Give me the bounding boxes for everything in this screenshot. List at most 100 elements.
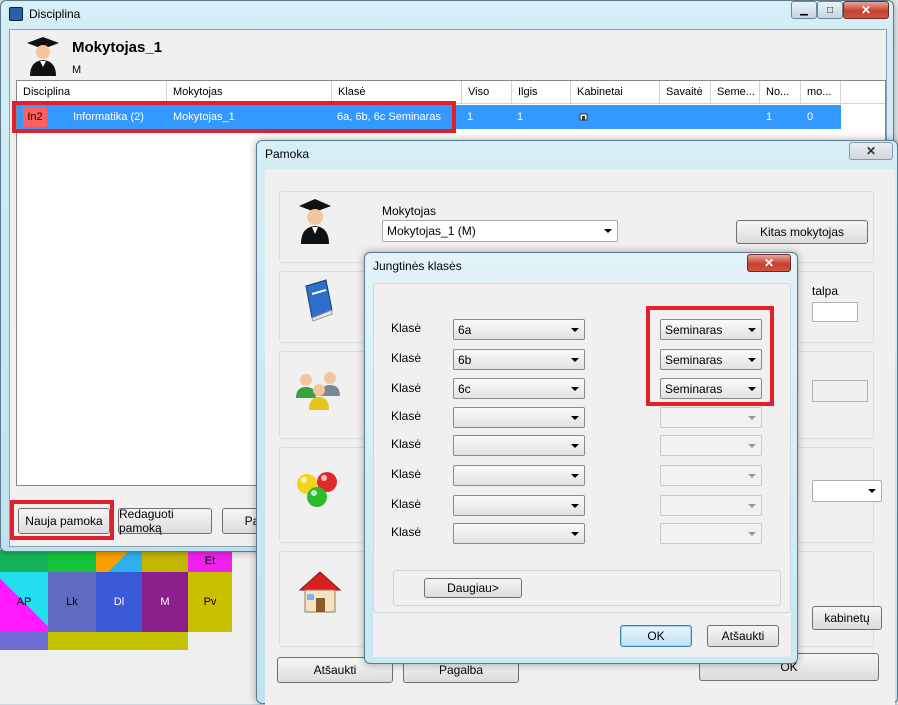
chevron-down-icon [748,443,756,448]
cell-length: 1 [517,111,524,123]
more-button[interactable]: Daugiau> [424,578,522,598]
dialog-ok-button[interactable]: OK [620,625,692,647]
col-discipline[interactable]: Disciplina [17,81,167,103]
group-select-4 [660,407,762,428]
schedule-cell [96,550,142,572]
chevron-down-icon [571,357,579,362]
discipline-window-titlebar: Disciplina [9,7,80,21]
group-select-1[interactable]: Seminaras [660,319,762,340]
cell-teacher: Mokytojas_1 [173,111,235,123]
students-icon [296,372,340,410]
room-capacity-label: talpa [812,284,839,298]
chevron-down-icon [748,386,756,391]
col-week[interactable]: Savaitė [660,81,711,103]
dialog-client-area: Klasė 6a Seminaras Klasė 6b Seminaras Kl… [373,281,791,657]
lesson-close-button[interactable]: ✕ [849,142,893,160]
class-select-value: 6c [458,381,471,396]
class-label: Klasė [391,525,422,539]
schedule-cell [48,632,96,650]
class-select-8[interactable] [453,523,585,544]
groups-select[interactable] [812,480,882,502]
chevron-down-icon [571,327,579,332]
col-teacher[interactable]: Mokytojas [167,81,332,103]
chevron-down-icon [571,531,579,536]
table-header: Disciplina Mokytojas Klasė Viso Ilgis Ka… [17,81,885,104]
schedule-cell-pv: Pv [188,572,232,632]
teacher-label: Mokytojas [382,204,437,218]
schedule-cell-dl: Dl [96,572,142,632]
class-label: Klasė [391,437,422,451]
schedule-cell [142,632,188,650]
class-label: Klasė [391,351,422,365]
new-lesson-button[interactable]: Nauja pamoka [18,508,110,534]
class-label: Klasė [391,497,422,511]
cell-mo: 0 [807,111,814,123]
group-select-5 [660,435,762,456]
group-select-value: Seminaras [665,381,723,396]
classes-summary-field [812,380,868,402]
col-class[interactable]: Klasė [332,81,462,103]
schedule-cell [96,632,142,650]
schedule-cell [0,632,48,650]
minimize-button[interactable]: ▁ [791,1,817,19]
chevron-down-icon [748,415,756,420]
class-label: Klasė [391,381,422,395]
class-select-4[interactable] [453,407,585,428]
class-select-value: 6a [458,322,472,337]
chevron-down-icon [748,327,756,332]
class-label: Klasė [391,409,422,423]
col-length[interactable]: Ilgis [512,81,571,103]
class-select-5[interactable] [453,435,585,456]
group-select-8 [660,523,762,544]
chevron-down-icon [571,503,579,508]
class-select-6[interactable] [453,465,585,486]
chevron-down-icon [571,473,579,478]
col-total[interactable]: Viso [462,81,512,103]
class-select-7[interactable] [453,495,585,516]
schedule-cell-ap: AP [0,572,48,632]
teacher-short: M [72,64,82,76]
teacher-icon [299,199,331,244]
table-row[interactable]: In2 Informatika (2) Mokytojas_1 6a, 6b, … [17,105,841,129]
cell-no: 1 [766,111,773,123]
group-select-value: Seminaras [665,352,723,367]
group-select-2[interactable]: Seminaras [660,349,762,370]
chevron-down-icon [571,415,579,420]
class-select-value: 6b [458,352,472,367]
app-icon [9,7,23,21]
dialog-cancel-button[interactable]: Atšaukti [707,625,779,647]
schedule-cell-m: M [142,572,188,632]
cell-rooms [579,105,589,129]
schedule-cell-et: Et [188,550,232,572]
chevron-down-icon [748,357,756,362]
schedule-cell [48,550,96,572]
chevron-down-icon [748,503,756,508]
col-semester[interactable]: Seme... [711,81,760,103]
schedule-cell-lk: Lk [48,572,96,632]
chevron-down-icon [604,229,612,233]
rooms-button[interactable]: kabinetų [812,606,882,630]
maximize-button[interactable]: □ [817,1,843,19]
house-icon [298,571,342,613]
other-teacher-button[interactable]: Kitas mokytojas [736,220,868,244]
col-rooms[interactable]: Kabinetai [571,81,660,103]
col-mo[interactable]: mo... [801,81,841,103]
edit-lesson-button[interactable]: Redaguoti pamoką [118,507,212,535]
close-window-button[interactable]: ✕ [843,1,889,19]
group-select-3[interactable]: Seminaras [660,378,762,399]
col-no[interactable]: No... [760,81,801,103]
schedule-cell [0,550,48,572]
class-select-1[interactable]: 6a [453,319,585,340]
dialog-close-button[interactable]: ✕ [747,254,791,272]
teacher-select[interactable]: Mokytojas_1 (M) [382,220,618,242]
cell-total: 1 [467,111,474,123]
class-select-2[interactable]: 6b [453,349,585,370]
teacher-avatar-icon [27,37,59,76]
chevron-down-icon [748,473,756,478]
group-select-7 [660,495,762,516]
class-select-3[interactable]: 6c [453,378,585,399]
schedule-cell [142,550,188,572]
room-capacity-input[interactable] [812,302,858,322]
chevron-down-icon [571,386,579,391]
balls-icon [297,472,337,507]
